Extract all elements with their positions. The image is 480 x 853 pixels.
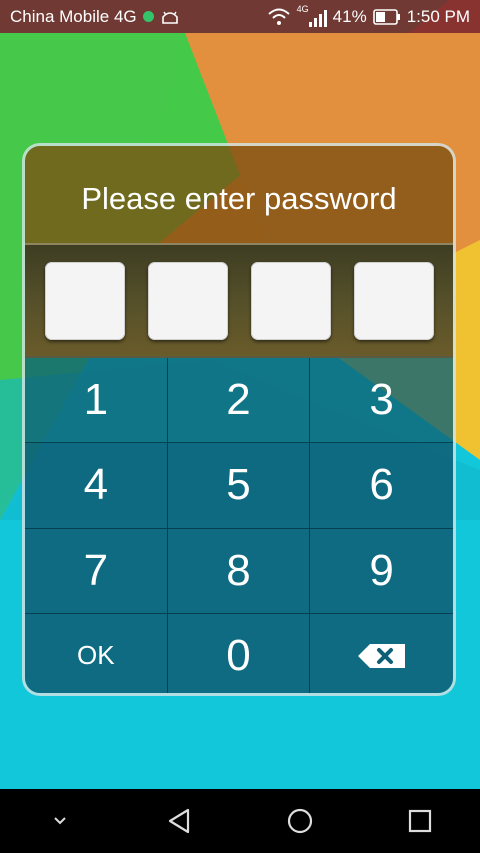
key-6[interactable]: 6 (310, 443, 453, 529)
chevron-down-icon (54, 817, 66, 825)
hide-nav-button[interactable] (35, 796, 85, 846)
navigation-bar (0, 789, 480, 853)
key-4[interactable]: 4 (25, 443, 168, 529)
dialog-title: Please enter password (81, 180, 397, 216)
wifi-icon (267, 8, 290, 25)
dialog-header: Please enter password (25, 146, 453, 243)
backspace-button[interactable] (310, 613, 453, 693)
clock: 1:50 PM (406, 6, 470, 26)
key-3[interactable]: 3 (310, 358, 453, 444)
back-icon (168, 808, 190, 834)
pin-slot-1[interactable] (44, 261, 125, 340)
wallpaper-bottom (0, 700, 480, 790)
battery-icon (372, 8, 400, 25)
key-7[interactable]: 7 (25, 528, 168, 614)
key-9[interactable]: 9 (310, 528, 453, 614)
ok-button[interactable]: OK (25, 613, 168, 693)
back-button[interactable] (155, 796, 205, 846)
battery-percent: 41% (332, 6, 367, 26)
recents-button[interactable] (395, 796, 445, 846)
pin-slot-3[interactable] (250, 261, 331, 340)
key-2[interactable]: 2 (167, 358, 311, 444)
home-button[interactable] (275, 796, 325, 846)
globe-dot-icon (142, 11, 154, 22)
carrier-label: China Mobile 4G (10, 6, 137, 26)
keypad: 1 2 3 4 5 6 7 8 9 OK 0 (25, 358, 453, 693)
key-5[interactable]: 5 (167, 443, 311, 529)
pin-slot-2[interactable] (147, 261, 228, 340)
key-1[interactable]: 1 (25, 358, 168, 444)
android-debug-icon (161, 11, 178, 24)
status-bar: China Mobile 4G 4G 41% 1:50 PM (0, 0, 480, 33)
home-icon (287, 808, 313, 834)
recents-icon (408, 809, 432, 833)
key-8[interactable]: 8 (167, 528, 311, 614)
key-0[interactable]: 0 (167, 613, 311, 693)
network-type-label: 4G (296, 3, 309, 14)
pin-slot-4[interactable] (353, 261, 434, 340)
signal-icon: 4G (296, 3, 327, 27)
pin-entry-row (25, 243, 453, 358)
backspace-icon (357, 643, 405, 668)
password-dialog: Please enter password 1 2 3 4 5 6 7 8 9 … (22, 143, 456, 696)
